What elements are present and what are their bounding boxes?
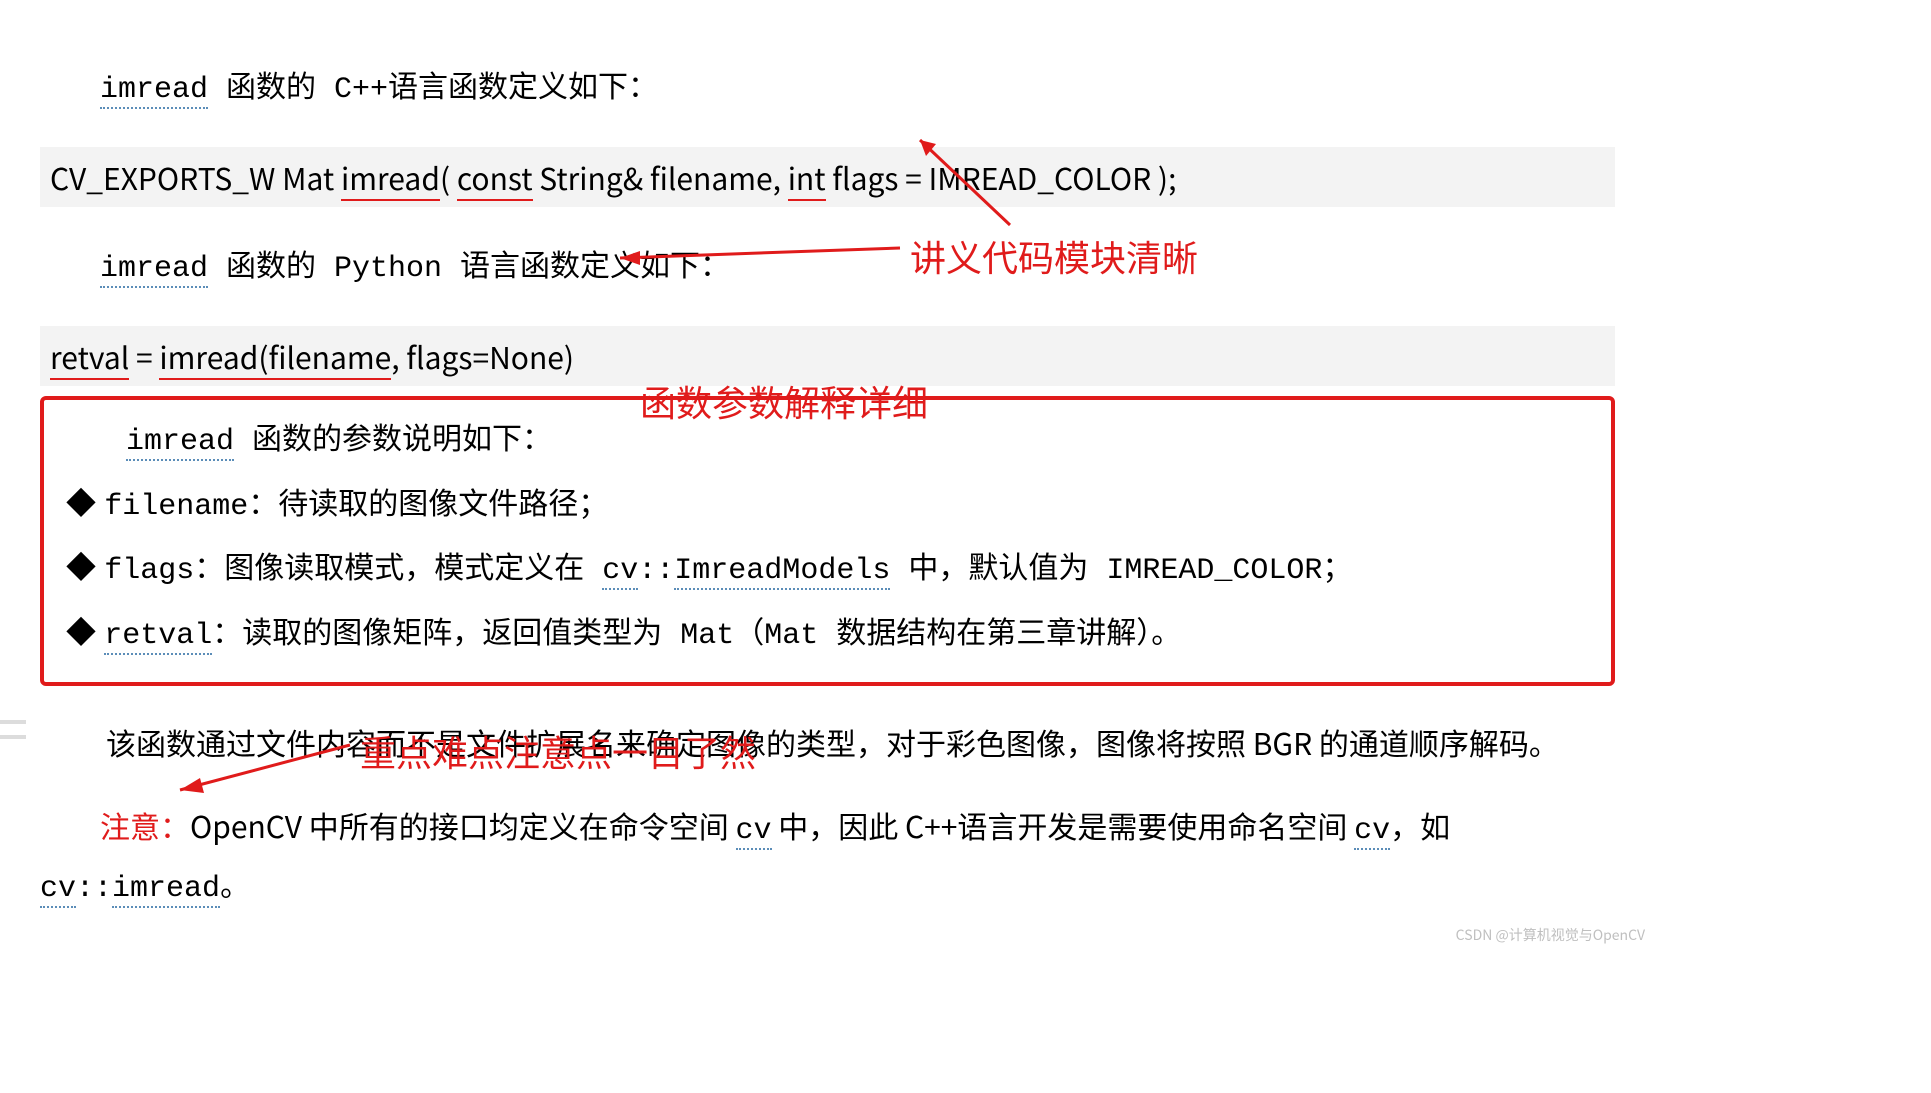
code-underline: retval [50,334,129,380]
code-text: String& filename, [533,155,788,199]
param-text: filename：待读取的图像文件路径； [104,490,608,524]
diamond-bullet: ◆ [66,539,86,592]
code-underline: imread(filename [159,334,391,380]
python-intro-line: imread 函数的 Python 语言函数定义如下： [40,237,1615,296]
param-text: :: [638,554,674,588]
param-text: ：读取的图像矩阵，返回值类型为 Mat（Mat 数据结构在第三章讲解）。 [212,619,1181,653]
code-text: ( [440,155,457,199]
code-text: CV_EXPORTS_W Mat [50,155,341,199]
parameters-box: imread 函数的参数说明如下： ◆ filename：待读取的图像文件路径；… [40,396,1615,686]
code-underline: imread [341,155,440,201]
word-imread: imread 函数的 Python 语言函数定义如下： [100,252,730,288]
code-underline: int [788,155,826,201]
word-imread: imread 函数的参数说明如下： [126,425,552,461]
note-text: OpenCV 中所有的接口均定义在命令空间 [190,803,736,847]
cpp-intro-line: imread 函数的 C++语言函数定义如下： [40,58,1615,117]
note-text: 中，因此 C++语言开发是需要使用命名空间 [772,803,1355,847]
param-underline: retval [104,619,212,655]
param-text: 中，默认值为 IMREAD_COLOR； [890,554,1352,588]
note-underline: cv [736,814,772,850]
diamond-bullet: ◆ [66,604,86,657]
note-text: ，如 [1390,803,1450,847]
note-underline: cv [1354,814,1390,850]
note-label: 注意： [100,803,190,847]
python-code-block: retval = imread(filename, flags=None) [40,326,1615,387]
param-retval: ◆ retval：读取的图像矩阵，返回值类型为 Mat（Mat 数据结构在第三章… [66,604,1589,663]
param-underline: cv [602,554,638,590]
param-flags: ◆ flags：图像读取模式，模式定义在 cv::ImreadModels 中，… [66,539,1589,598]
param-text: flags：图像读取模式，模式定义在 [104,554,602,588]
note-line: 注意：OpenCV 中所有的接口均定义在命令空间 cv 中，因此 C++语言开发… [40,799,1615,916]
note-text: :: [76,872,112,906]
cpp-code-block: CV_EXPORTS_W Mat imread( const String& f… [40,147,1615,208]
params-intro: imread 函数的参数说明如下： [66,410,1589,469]
word-imread: imread 函数的 C++语言函数定义如下： [100,73,658,109]
code-text: = [129,334,159,378]
code-text: flags = IMREAD_COLOR ); [826,155,1177,199]
code-underline: const [457,155,533,201]
note-underline: imread [112,872,220,908]
code-text: , flags=None) [391,334,574,378]
margin-notch [0,735,26,739]
param-filename: ◆ filename：待读取的图像文件路径； [66,475,1589,534]
watermark: CSDN @计算机视觉与OpenCV [1456,923,1645,948]
margin-notch [0,720,26,724]
note-text: 。 [220,861,250,905]
description-line: 该函数通过文件内容而不是文件扩展名来确定图像的类型，对于彩色图像，图像将按照 B… [40,716,1615,769]
document-page: imread 函数的 C++语言函数定义如下： CV_EXPORTS_W Mat… [0,0,1655,953]
diamond-bullet: ◆ [66,475,86,528]
note-underline: cv [40,872,76,908]
param-underline: ImreadModels [674,554,890,590]
